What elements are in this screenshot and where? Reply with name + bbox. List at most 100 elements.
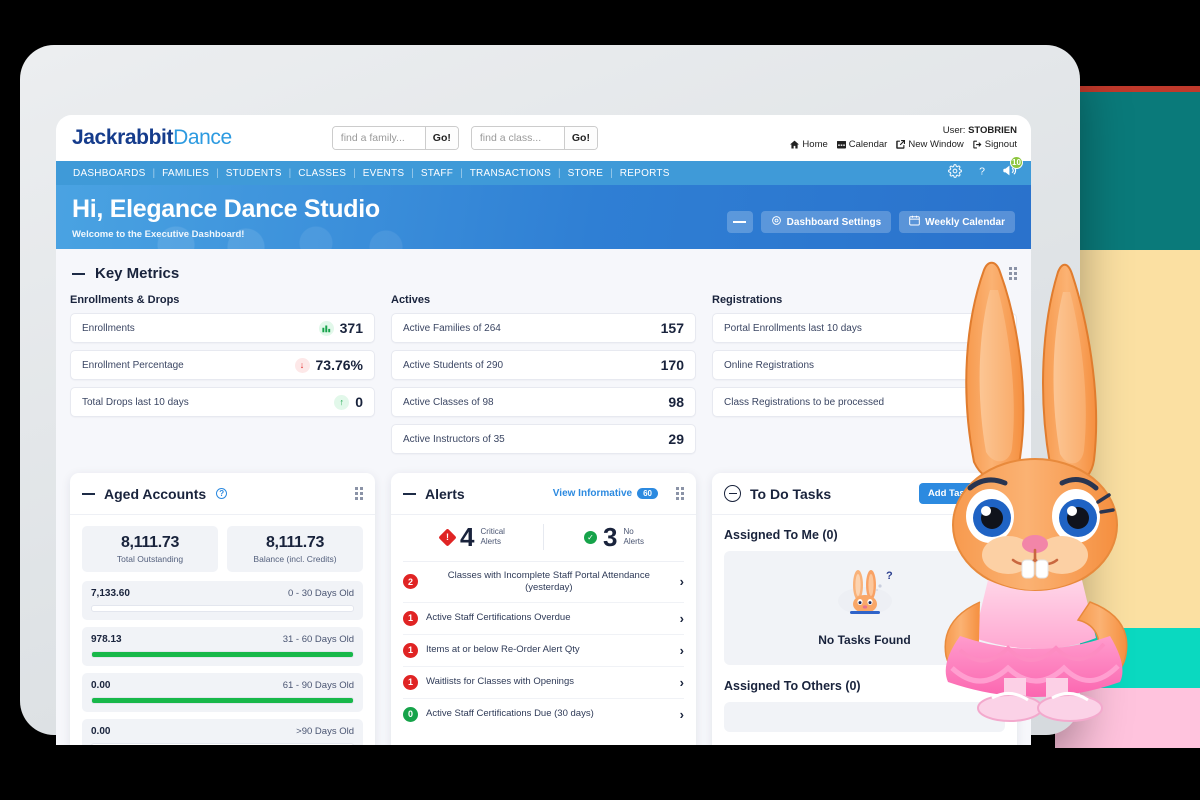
tile-caption: Total Outstanding [116,554,184,564]
bucket-top: 7,133.60 0 - 30 Days Old [91,588,354,599]
critical-label-line2: Alerts [480,537,501,546]
key-metrics-title: Key Metrics [95,265,180,282]
metric-label: Active Families of 264 [403,322,501,334]
nav-item-students[interactable]: STUDENTS [219,168,289,179]
gear-icon[interactable] [948,163,962,183]
brand-logo-light: Dance [173,126,232,149]
aged-bucket-61-90[interactable]: 0.00 61 - 90 Days Old [82,673,363,712]
dashboard-body: Key Metrics Enrollments & Drops Enrollme… [56,249,1031,745]
nav-item-dashboards[interactable]: DASHBOARDS [66,168,153,179]
alerts-drag-handle[interactable] [676,487,684,500]
metric-right: 157 [661,320,684,336]
home-icon [790,140,800,149]
metric-enrollment-percentage[interactable]: Enrollment Percentage ↓ 73.76% [70,350,375,380]
key-metrics-header: Key Metrics [72,265,1017,282]
nav-item-families[interactable]: FAMILIES [155,168,216,179]
alert-row[interactable]: 2 Classes with Incomplete Staff Portal A… [403,562,684,603]
calendar-link[interactable]: Calendar [836,139,887,151]
alert-row[interactable]: 1 Waitlists for Classes with Openings › [403,667,684,699]
bucket-progress-bar [91,605,354,612]
family-search-input[interactable] [332,127,425,149]
collapse-alerts-icon[interactable] [403,492,416,495]
user-name: STOBRIEN [968,125,1017,137]
class-search-go-button[interactable]: Go! [563,127,597,149]
bar-chart-icon [318,320,334,336]
nav-item-reports[interactable]: REPORTS [613,168,677,179]
view-informative-link[interactable]: View Informative 60 [553,488,658,499]
nav-item-store[interactable]: STORE [561,168,611,179]
alert-row[interactable]: 1 Items at or below Re-Order Alert Qty › [403,635,684,667]
dashboard-panels: Aged Accounts ? 8,111.73 Total Outstandi… [70,473,1017,745]
minus-icon [733,221,747,223]
nav-item-classes[interactable]: CLASSES [291,168,353,179]
bunny-body [944,580,1128,722]
user-prefix: User: [942,125,966,137]
nav-item-events[interactable]: EVENTS [356,168,412,179]
alerts-panel: Alerts View Informative 60 ! 4 Critical [391,473,696,745]
calendar-icon [909,215,920,229]
alert-count-badge: 0 [403,706,418,722]
alert-row[interactable]: 1 Active Staff Certifications Overdue › [403,603,684,635]
tile-caption: Balance (incl. Credits) [253,554,337,564]
critical-alerts-label: Critical Alerts [481,527,505,546]
hero-text: Hi, Elegance Dance Studio Welcome to the… [72,195,380,240]
aged-bucket-over-90[interactable]: 0.00 >90 Days Old [82,719,363,745]
dashboard-settings-button[interactable]: Dashboard Settings [760,211,892,233]
nav-item-staff[interactable]: STAFF [414,168,460,179]
signout-link[interactable]: Signout [973,139,1017,151]
nav-items: DASHBOARDS | FAMILIES | STUDENTS | CLASS… [66,168,677,179]
help-icon[interactable]: ? [216,488,228,499]
metric-label: Enrollment Percentage [82,359,184,371]
bunny-empty-icon: ? [834,570,896,623]
class-search-input[interactable] [471,127,564,149]
aged-bucket-31-60[interactable]: 978.13 31 - 60 Days Old [82,627,363,666]
chevron-right-icon: › [679,706,684,722]
weekly-calendar-button[interactable]: Weekly Calendar [899,211,1015,233]
bucket-label: >90 Days Old [296,726,354,737]
home-link[interactable]: Home [790,139,828,151]
question-mark-icon[interactable]: ? [975,164,989,183]
nav-item-transactions[interactable]: TRANSACTIONS [463,168,558,179]
new-window-link[interactable]: New Window [896,139,964,151]
metric-right: 371 [318,320,363,336]
metric-active-instructors[interactable]: Active Instructors of 35 29 [391,424,696,454]
metric-active-students[interactable]: Active Students of 290 170 [391,350,696,380]
aged-accounts-drag-handle[interactable] [355,487,363,500]
metric-active-classes[interactable]: Active Classes of 98 98 [391,387,696,417]
no-alerts-summary[interactable]: ✓ 3 No Alerts [544,524,684,550]
bucket-progress-bar [91,651,354,658]
alert-text: Active Staff Certifications Overdue [426,612,571,624]
metric-value: 371 [339,320,363,336]
arrow-up-icon: ↑ [334,394,350,410]
alert-row[interactable]: 0 Active Staff Certifications Due (30 da… [403,699,684,730]
column-title: Actives [391,294,431,306]
metric-enrollments[interactable]: Enrollments 371 [70,313,375,343]
critical-alerts-summary[interactable]: ! 4 Critical Alerts [403,524,543,550]
aged-accounts-body: 8,111.73 Total Outstanding 8,111.73 Bala… [70,515,375,745]
collapse-key-metrics-icon[interactable] [72,272,85,275]
no-alerts-line2: Alerts [623,537,644,546]
brand-logo[interactable]: JackrabbitDance [72,126,232,150]
check-circle-icon: ✓ [584,530,598,544]
family-search-go-button[interactable]: Go! [424,127,458,149]
metric-active-families[interactable]: Active Families of 264 157 [391,313,696,343]
hero-actions: Dashboard Settings Weekly Calendar [726,211,1015,233]
collapse-aged-accounts-icon[interactable] [82,492,95,495]
brand-logo-bold: Jackrabbit [72,126,174,149]
aged-bucket-0-30[interactable]: 7,133.60 0 - 30 Days Old [82,581,363,620]
alert-text: Items at or below Re-Order Alert Qty [426,644,580,656]
view-informative-count: 60 [637,488,658,499]
home-link-label: Home [802,139,828,150]
notification-badge: 10 [1010,156,1023,169]
collapse-todo-icon[interactable] [724,485,741,502]
app-screen: JackrabbitDance Go! Go! User: STOBRIEN [56,115,1031,745]
megaphone-icon[interactable]: 10 [1002,156,1023,183]
bucket-amount: 0.00 [91,680,111,691]
metric-total-drops[interactable]: Total Drops last 10 days ↑ 0 [70,387,375,417]
metric-right: ↑ 0 [334,394,363,410]
metric-value: 0 [355,394,363,410]
main-navigation: DASHBOARDS | FAMILIES | STUDENTS | CLASS… [56,156,1031,185]
chevron-right-icon: › [679,642,684,658]
aged-accounts-header: Aged Accounts ? [70,473,375,515]
collapse-hero-button[interactable] [726,211,753,233]
